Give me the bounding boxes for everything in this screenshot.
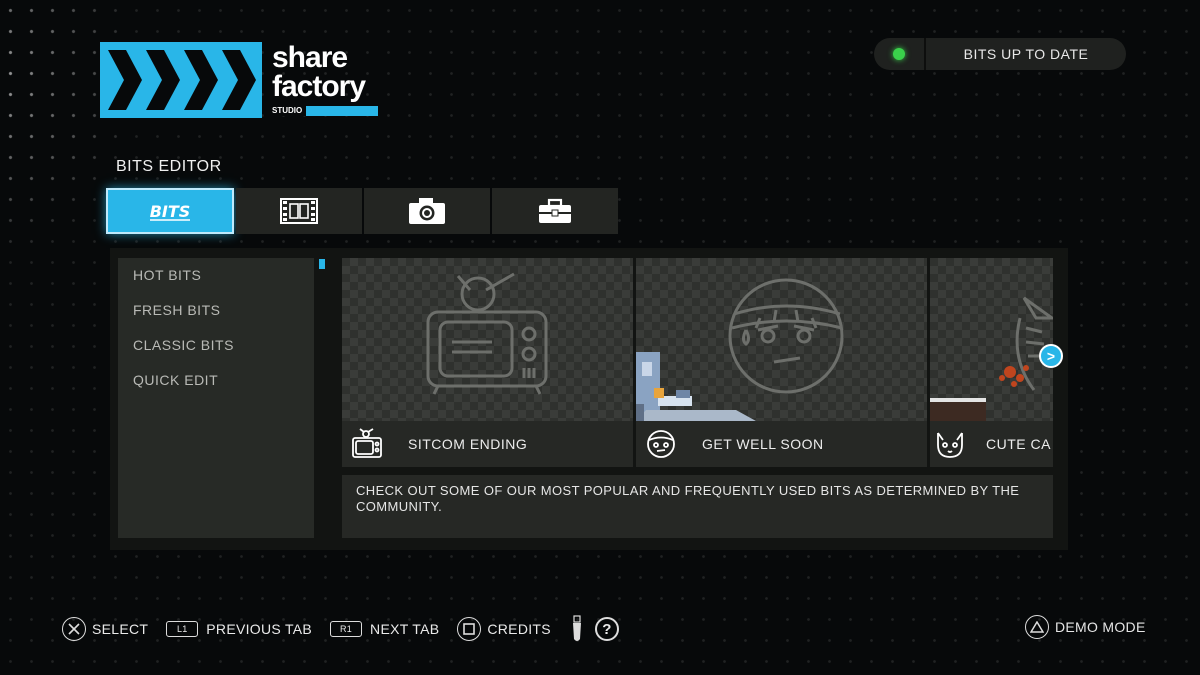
hint-credits-label: CREDITS (487, 621, 551, 637)
tab-video[interactable] (236, 188, 362, 234)
bit-card-title: GET WELL SOON (702, 436, 824, 452)
logo-line2: factory (272, 70, 366, 103)
help-icon: ? (594, 617, 619, 641)
logo-line1: share (272, 41, 348, 74)
bit-card-title: CUTE CA (986, 436, 1051, 452)
logo-studio-label: STUDIO (272, 105, 307, 116)
hint-credits[interactable]: CREDITS (457, 617, 551, 641)
cat-outline-icon (930, 296, 1053, 421)
usb-drive-icon (569, 615, 585, 643)
hint-previous-tab-label: PREVIOUS TAB (206, 621, 313, 637)
tv-outline-icon (426, 272, 548, 395)
sidebar-item-classic-bits[interactable]: CLASSIC BITS (118, 328, 314, 363)
cat-icon (930, 429, 970, 459)
logo-wordmark: share factory (272, 41, 366, 103)
editor-tabs: BITS (106, 188, 620, 234)
bandaged-face-outline-icon (636, 278, 844, 421)
category-sidebar: HOT BITS FRESH BITS CLASSIC BITS QUICK E… (118, 258, 314, 538)
tab-bits-label: BITS (150, 202, 191, 221)
sidebar-item-fresh-bits[interactable]: FRESH BITS (118, 293, 314, 328)
camera-icon (409, 198, 445, 224)
controller-hints: SELECT L1 PREVIOUS TAB R1 NEXT TAB CREDI… (62, 615, 643, 643)
sidebar-item-hot-bits[interactable]: HOT BITS (118, 258, 314, 293)
hint-next-tab[interactable]: R1 NEXT TAB (330, 621, 439, 637)
cross-button-icon (62, 617, 86, 641)
bit-card-title: SITCOM ENDING (408, 436, 528, 452)
bit-thumbnail (930, 258, 1053, 421)
bits-status-pill: BITS UP TO DATE (874, 38, 1126, 70)
tab-bits[interactable]: BITS (106, 188, 234, 234)
bits-logo-icon: BITS (150, 202, 191, 221)
bit-card-cute-cat[interactable]: CUTE CA (930, 258, 1053, 467)
status-indicator-icon (874, 38, 926, 70)
sidebar-item-quick-edit[interactable]: QUICK EDIT (118, 363, 314, 398)
bit-thumbnail (342, 258, 633, 421)
bit-card-sitcom-ending[interactable]: SITCOM ENDING (342, 258, 633, 467)
hint-demo-mode[interactable]: DEMO MODE (1025, 615, 1146, 639)
hint-select[interactable]: SELECT (62, 617, 148, 641)
r1-button-icon: R1 (330, 621, 363, 637)
tv-icon (342, 428, 392, 460)
l1-button-icon: L1 (166, 621, 199, 637)
square-button-icon (457, 617, 482, 641)
hint-previous-tab[interactable]: L1 PREVIOUS TAB (166, 621, 312, 637)
bit-card-get-well-soon[interactable]: GET WELL SOON (636, 258, 927, 467)
bandaged-face-icon (636, 429, 686, 459)
hint-demo-mode-label: DEMO MODE (1055, 619, 1146, 635)
triangle-button-icon (1025, 615, 1049, 639)
bit-card-label: CUTE CA (930, 421, 1053, 467)
film-strip-icon (280, 198, 318, 224)
bit-card-label: GET WELL SOON (636, 421, 927, 467)
tab-photo[interactable] (364, 188, 490, 234)
bits-carousel: SITCOM ENDING GET WELL SOON CUTE CA (342, 258, 1053, 467)
tab-tools[interactable] (492, 188, 618, 234)
carousel-next-arrow-icon[interactable]: > (1039, 344, 1063, 368)
hint-select-label: SELECT (92, 621, 149, 637)
help-button[interactable]: ? (594, 617, 625, 641)
scroll-indicator (319, 259, 325, 269)
category-description: CHECK OUT SOME OF OUR MOST POPULAR AND F… (342, 475, 1053, 538)
sharefactory-logo: share factory STUDIO (100, 42, 380, 118)
bit-thumbnail (636, 258, 927, 421)
hint-next-tab-label: NEXT TAB (370, 621, 440, 637)
logo-studio-bar: STUDIO (272, 105, 378, 116)
status-text: BITS UP TO DATE (963, 46, 1089, 62)
toolbox-icon (539, 198, 571, 223)
bit-card-label: SITCOM ENDING (342, 421, 633, 467)
page-title: BITS EDITOR (116, 158, 222, 175)
logo-chevrons-icon (100, 42, 262, 118)
